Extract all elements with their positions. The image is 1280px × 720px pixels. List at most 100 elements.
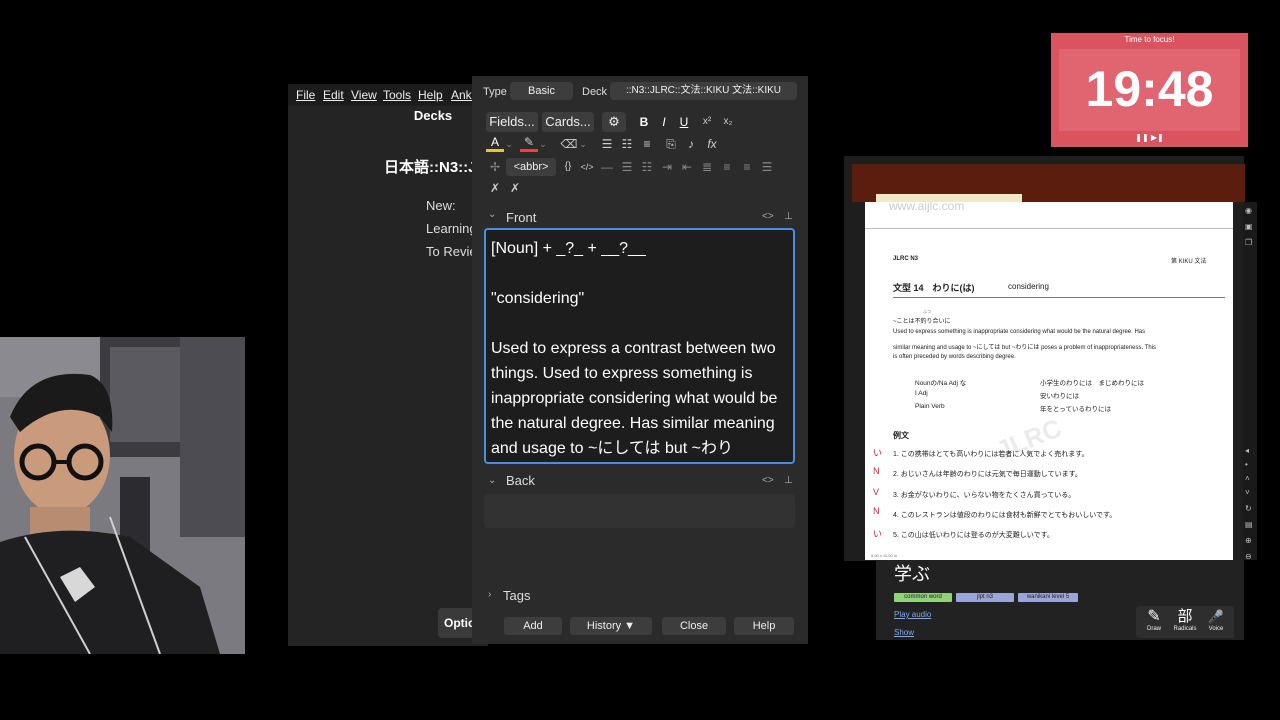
stat-learning-label: Learning — [426, 221, 477, 236]
example-sentence: 4. このレストランは値段のわりには食材も新鮮でとてもおいしいです。 — [893, 512, 1117, 519]
microphone-icon[interactable]: ♪ — [682, 135, 700, 153]
draw-tool[interactable]: ✎ Draw — [1140, 608, 1168, 632]
front-line: inappropriate considering what would be — [491, 390, 778, 407]
show-link[interactable]: Show — [894, 628, 914, 637]
menu-edit[interactable]: Edit — [323, 88, 344, 102]
horizontal-rule-icon[interactable]: — — [598, 158, 616, 176]
function-icon[interactable]: fx — [703, 135, 721, 153]
pin-icon[interactable]: ⊥ — [784, 475, 793, 486]
chevron-down-icon[interactable]: ⌄ — [504, 135, 514, 153]
align-right-icon[interactable]: ≡ — [738, 158, 756, 176]
history-button[interactable]: History ▼ — [570, 617, 652, 635]
superscript-button[interactable]: x² — [698, 113, 716, 131]
tags-label[interactable]: Tags — [503, 588, 530, 603]
eraser-icon[interactable]: ⌫ — [560, 135, 578, 153]
menu-anki[interactable]: Anki — [451, 88, 474, 102]
unordered-list-icon[interactable]: ☰ — [618, 158, 636, 176]
margin-mark: い — [873, 529, 883, 539]
sticky-tab — [876, 194, 1022, 202]
example-sentence: 5. この山は低いわりには登るのが大変難しいです。 — [893, 532, 1054, 539]
chevron-right-icon[interactable]: › — [488, 589, 491, 600]
furigana: ふつ — [923, 309, 931, 314]
menu-file[interactable]: File — [296, 88, 315, 102]
note-type-button[interactable]: Basic — [510, 82, 573, 100]
abbr-button[interactable]: <abbr> — [506, 158, 556, 176]
voice-tool[interactable]: 🎤 Voice — [1202, 608, 1230, 632]
text-color-button[interactable]: A — [486, 135, 504, 152]
menu-help[interactable]: Help — [418, 88, 443, 102]
page-icon[interactable]: ▤ — [1245, 520, 1253, 529]
chevron-down-icon[interactable]: ˅ — [1245, 488, 1250, 497]
bold-button[interactable]: B — [635, 113, 653, 131]
cards-button[interactable]: Cards... — [542, 112, 594, 132]
highlighter-icon[interactable]: ✎ — [520, 135, 538, 152]
form-right: 年をとっているわりには — [1040, 406, 1111, 413]
front-line: [Noun] + _?_ + __?__ — [491, 240, 646, 257]
add-card-dialog: Type Basic Deck ::N3::JLRC::文法::KIKU 文法:… — [472, 76, 808, 644]
justify-icon[interactable]: ☰ — [758, 158, 776, 176]
margin-mark: い — [873, 448, 883, 458]
cloze-same-icon[interactable]: ✗ — [506, 179, 524, 197]
ordered-list-icon[interactable]: ☷ — [638, 158, 656, 176]
bullet-list-icon[interactable]: ☰ — [598, 135, 616, 153]
close-button[interactable]: Close — [662, 617, 726, 635]
collapse-back-icon[interactable]: ⌄ — [488, 475, 496, 486]
pin-icon[interactable]: ⊥ — [784, 211, 793, 222]
home-icon[interactable]: ◉ — [1245, 206, 1252, 215]
example-sentence: 2. おじいさんは年齢のわりには元気で毎日運動しています。 — [893, 471, 1082, 478]
bookmark-icon[interactable]: ▣ — [1245, 222, 1253, 231]
zoom-in-icon[interactable]: ⊕ — [1245, 536, 1252, 545]
back-field-editor[interactable] — [484, 494, 795, 528]
help-button[interactable]: Help — [734, 617, 794, 635]
italic-button[interactable]: I — [655, 113, 673, 131]
indent-icon[interactable]: ⇥ — [658, 158, 676, 176]
align-center-icon[interactable]: ≣ — [698, 158, 716, 176]
cloze-icon[interactable]: ✗ — [486, 179, 504, 197]
pattern-meaning: considering — [1008, 282, 1049, 291]
outdent-icon[interactable]: ⇤ — [678, 158, 696, 176]
gear-icon[interactable]: ⚙ — [602, 112, 626, 132]
html-editor-icon[interactable]: <> — [762, 475, 774, 486]
add-button[interactable]: Add — [504, 617, 562, 635]
radicals-icon: 部 — [1177, 608, 1193, 625]
align-left-icon[interactable]: ≡ — [718, 158, 736, 176]
back-field-label: Back — [506, 473, 535, 488]
tag-common-word: common word — [894, 593, 952, 602]
menu-tools[interactable]: Tools — [383, 88, 411, 102]
align-icon[interactable]: ≡ — [638, 135, 656, 153]
example-head: ~ことは不釣り合いに — [893, 319, 951, 325]
braces-icon[interactable]: {} — [559, 158, 577, 176]
numbered-list-icon[interactable]: ☷ — [618, 135, 636, 153]
draw-label: Draw — [1146, 626, 1161, 632]
attach-icon[interactable]: ⎘ — [662, 135, 680, 153]
refresh-icon[interactable]: ↻ — [1245, 504, 1252, 513]
timer-panel: 19:48 — [1059, 49, 1240, 131]
chevron-up-icon[interactable]: ˄ — [1245, 474, 1250, 483]
tag-jlpt: jlpt n3 — [956, 593, 1014, 602]
nav-icon[interactable]: ◂ — [1245, 446, 1249, 455]
front-field-editor[interactable]: [Noun] + _?_ + __?__ "considering" Used … — [484, 228, 795, 464]
webcam-feed — [0, 337, 245, 654]
code-icon[interactable]: </> — [578, 158, 596, 176]
html-editor-icon[interactable]: <> — [762, 211, 774, 222]
play-audio-link[interactable]: Play audio — [894, 610, 931, 619]
subscript-button[interactable]: x₂ — [719, 113, 737, 131]
type-label: Type — [483, 86, 507, 98]
chevron-down-icon[interactable]: ⌄ — [578, 135, 588, 153]
fields-button[interactable]: Fields... — [486, 112, 538, 132]
collapse-front-icon[interactable]: ⌄ — [488, 209, 496, 220]
timer-controls[interactable]: ❚❚ ▶❚ — [1051, 133, 1248, 142]
radicals-tool[interactable]: 部 Radicals — [1170, 608, 1200, 632]
underline-button[interactable]: U — [675, 113, 693, 131]
front-line: Used to express a contrast between two — [491, 340, 776, 357]
deck-selector-button[interactable]: ::N3::JLRC::文法::KIKU 文法::KIKU — [610, 82, 797, 100]
deck-name[interactable]: 日本語::N3::JL — [384, 156, 486, 177]
explanation-line: is often preceded by words describing de… — [893, 354, 1016, 360]
menu-view[interactable]: View — [351, 88, 377, 102]
marker-icon[interactable]: • — [1245, 460, 1248, 469]
copy-icon[interactable]: ❐ — [1245, 238, 1252, 247]
sticky-pin-icon[interactable]: ✢ — [486, 158, 504, 176]
chevron-down-icon[interactable]: ⌄ — [538, 135, 548, 153]
zoom-out-icon[interactable]: ⊖ — [1245, 552, 1252, 561]
header-right: 第 KIKU 文法 — [1171, 259, 1207, 265]
